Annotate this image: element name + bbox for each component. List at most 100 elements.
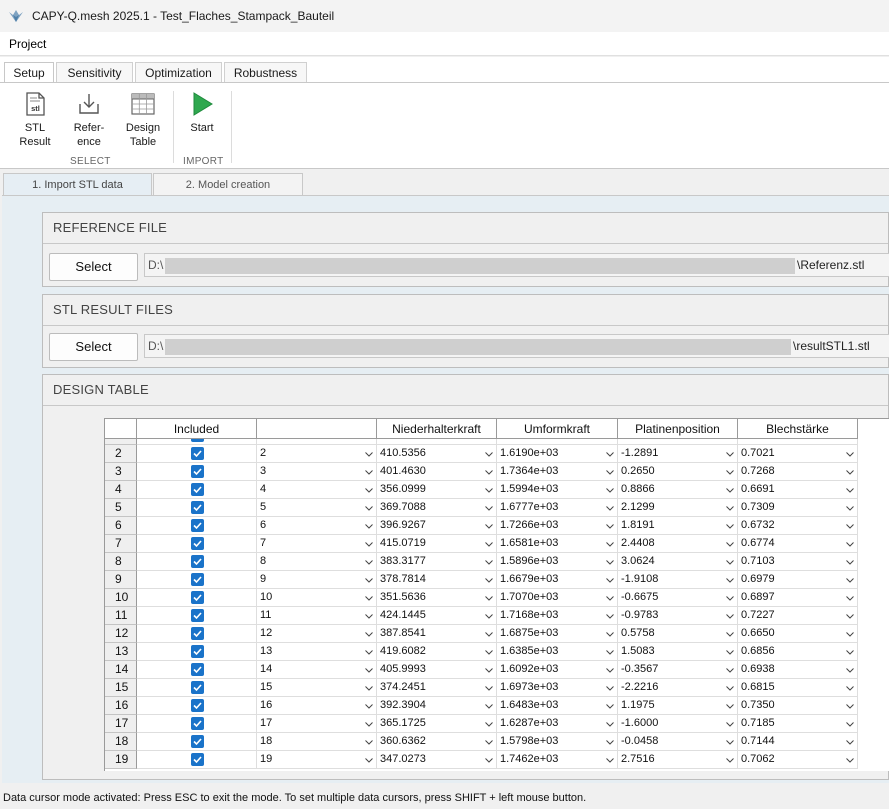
cell-id[interactable]: 13 bbox=[257, 643, 377, 661]
cell-platinenposition[interactable]: 0.5758 bbox=[618, 625, 738, 643]
included-checkbox[interactable] bbox=[191, 735, 204, 748]
cell-umformkraft[interactable]: 1.7168e+03 bbox=[497, 607, 618, 625]
chevron-down-icon[interactable] bbox=[485, 684, 493, 692]
cell-umformkraft[interactable]: 1.7462e+03 bbox=[497, 751, 618, 769]
menu-project[interactable]: Project bbox=[0, 32, 55, 56]
header-id[interactable] bbox=[257, 419, 377, 439]
cell-platinenposition[interactable]: 1.8191 bbox=[618, 517, 738, 535]
stl-results-select-button[interactable]: Select bbox=[49, 333, 138, 361]
included-checkbox[interactable] bbox=[191, 627, 204, 640]
stl-results-path-field[interactable]: D:\ \resultSTL1.stl bbox=[144, 334, 889, 358]
table-row[interactable]: 13 13 419.6082 1.6385e+03 1.5083 0.6856 bbox=[105, 643, 889, 661]
stl-result-button[interactable]: stl STL Result bbox=[11, 91, 59, 149]
cell-id[interactable]: 5 bbox=[257, 499, 377, 517]
table-row[interactable]: 19 19 347.0273 1.7462e+03 2.7516 0.7062 bbox=[105, 751, 889, 769]
cell-niederhalterkraft[interactable]: 405.9993 bbox=[377, 661, 497, 679]
cell-platinenposition[interactable]: 2.7516 bbox=[618, 751, 738, 769]
table-row[interactable]: 17 17 365.1725 1.6287e+03 -1.6000 0.7185 bbox=[105, 715, 889, 733]
chevron-down-icon[interactable] bbox=[606, 594, 614, 602]
included-checkbox[interactable] bbox=[191, 483, 204, 496]
chevron-down-icon[interactable] bbox=[606, 666, 614, 674]
cell-umformkraft[interactable]: 1.7364e+03 bbox=[497, 463, 618, 481]
cell-blechstaerke[interactable]: 0.7268 bbox=[738, 463, 858, 481]
chevron-down-icon[interactable] bbox=[726, 612, 734, 620]
header-included[interactable]: Included bbox=[137, 419, 257, 439]
start-button[interactable]: Start bbox=[178, 91, 226, 135]
cell-platinenposition[interactable]: 2.4408 bbox=[618, 535, 738, 553]
reference-button[interactable]: Refer- ence bbox=[65, 91, 113, 149]
chevron-down-icon[interactable] bbox=[846, 576, 854, 584]
table-row[interactable]: 10 10 351.5636 1.7070e+03 -0.6675 0.6897 bbox=[105, 589, 889, 607]
chevron-down-icon[interactable] bbox=[606, 720, 614, 728]
chevron-down-icon[interactable] bbox=[365, 576, 373, 584]
cell-id[interactable]: 3 bbox=[257, 463, 377, 481]
cell-umformkraft[interactable]: 1.5896e+03 bbox=[497, 553, 618, 571]
chevron-down-icon[interactable] bbox=[726, 504, 734, 512]
table-row[interactable]: 18 18 360.6362 1.5798e+03 -0.0458 0.7144 bbox=[105, 733, 889, 751]
cell-niederhalterkraft[interactable]: 396.9267 bbox=[377, 517, 497, 535]
chevron-down-icon[interactable] bbox=[485, 612, 493, 620]
reference-path-field[interactable]: D:\ \Referenz.stl bbox=[144, 253, 889, 277]
chevron-down-icon[interactable] bbox=[606, 702, 614, 710]
cell-umformkraft[interactable]: 1.6777e+03 bbox=[497, 499, 618, 517]
included-checkbox[interactable] bbox=[191, 699, 204, 712]
cell-id[interactable]: 18 bbox=[257, 733, 377, 751]
cell-niederhalterkraft[interactable]: 378.7814 bbox=[377, 571, 497, 589]
cell-id[interactable]: 8 bbox=[257, 553, 377, 571]
chevron-down-icon[interactable] bbox=[606, 612, 614, 620]
cell-id[interactable]: 16 bbox=[257, 697, 377, 715]
cell-platinenposition[interactable]: -0.0458 bbox=[618, 733, 738, 751]
chevron-down-icon[interactable] bbox=[485, 666, 493, 674]
chevron-down-icon[interactable] bbox=[846, 486, 854, 494]
chevron-down-icon[interactable] bbox=[726, 558, 734, 566]
chevron-down-icon[interactable] bbox=[606, 540, 614, 548]
cell-niederhalterkraft[interactable]: 360.6362 bbox=[377, 733, 497, 751]
included-checkbox[interactable] bbox=[191, 591, 204, 604]
cell-id[interactable]: 7 bbox=[257, 535, 377, 553]
chevron-down-icon[interactable] bbox=[485, 648, 493, 656]
chevron-down-icon[interactable] bbox=[365, 522, 373, 530]
cell-platinenposition[interactable]: -2.2216 bbox=[618, 679, 738, 697]
chevron-down-icon[interactable] bbox=[846, 594, 854, 602]
cell-id[interactable]: 9 bbox=[257, 571, 377, 589]
tab-model-creation[interactable]: 2. Model creation bbox=[153, 173, 303, 196]
chevron-down-icon[interactable] bbox=[726, 594, 734, 602]
cell-blechstaerke[interactable]: 0.7350 bbox=[738, 697, 858, 715]
chevron-down-icon[interactable] bbox=[846, 684, 854, 692]
chevron-down-icon[interactable] bbox=[606, 450, 614, 458]
cell-blechstaerke[interactable]: 0.7185 bbox=[738, 715, 858, 733]
cell-umformkraft[interactable]: 1.6483e+03 bbox=[497, 697, 618, 715]
cell-blechstaerke[interactable]: 0.7227 bbox=[738, 607, 858, 625]
tab-setup[interactable]: Setup bbox=[4, 62, 54, 84]
chevron-down-icon[interactable] bbox=[485, 756, 493, 764]
chevron-down-icon[interactable] bbox=[365, 684, 373, 692]
chevron-down-icon[interactable] bbox=[726, 450, 734, 458]
cell-blechstaerke[interactable]: 0.6815 bbox=[738, 679, 858, 697]
chevron-down-icon[interactable] bbox=[606, 684, 614, 692]
cell-blechstaerke[interactable]: 0.6938 bbox=[738, 661, 858, 679]
cell-niederhalterkraft[interactable]: 347.0273 bbox=[377, 751, 497, 769]
chevron-down-icon[interactable] bbox=[846, 630, 854, 638]
chevron-down-icon[interactable] bbox=[365, 540, 373, 548]
cell-blechstaerke[interactable]: 0.7021 bbox=[738, 445, 858, 463]
cell-umformkraft[interactable]: 1.6581e+03 bbox=[497, 535, 618, 553]
chevron-down-icon[interactable] bbox=[846, 720, 854, 728]
chevron-down-icon[interactable] bbox=[365, 558, 373, 566]
chevron-down-icon[interactable] bbox=[485, 486, 493, 494]
cell-niederhalterkraft[interactable]: 387.8541 bbox=[377, 625, 497, 643]
chevron-down-icon[interactable] bbox=[846, 756, 854, 764]
table-row[interactable]: 2 2 410.5356 1.6190e+03 -1.2891 0.7021 bbox=[105, 445, 889, 463]
included-checkbox[interactable] bbox=[191, 645, 204, 658]
header-niederhalterkraft[interactable]: Niederhalterkraft bbox=[377, 419, 497, 439]
chevron-down-icon[interactable] bbox=[606, 558, 614, 566]
chevron-down-icon[interactable] bbox=[726, 576, 734, 584]
cell-niederhalterkraft[interactable]: 424.1445 bbox=[377, 607, 497, 625]
chevron-down-icon[interactable] bbox=[485, 720, 493, 728]
included-checkbox[interactable] bbox=[191, 519, 204, 532]
cell-umformkraft[interactable]: 1.6973e+03 bbox=[497, 679, 618, 697]
cell-blechstaerke[interactable]: 0.7309 bbox=[738, 499, 858, 517]
chevron-down-icon[interactable] bbox=[365, 504, 373, 512]
cell-blechstaerke[interactable]: 0.6774 bbox=[738, 535, 858, 553]
chevron-down-icon[interactable] bbox=[365, 702, 373, 710]
chevron-down-icon[interactable] bbox=[485, 702, 493, 710]
